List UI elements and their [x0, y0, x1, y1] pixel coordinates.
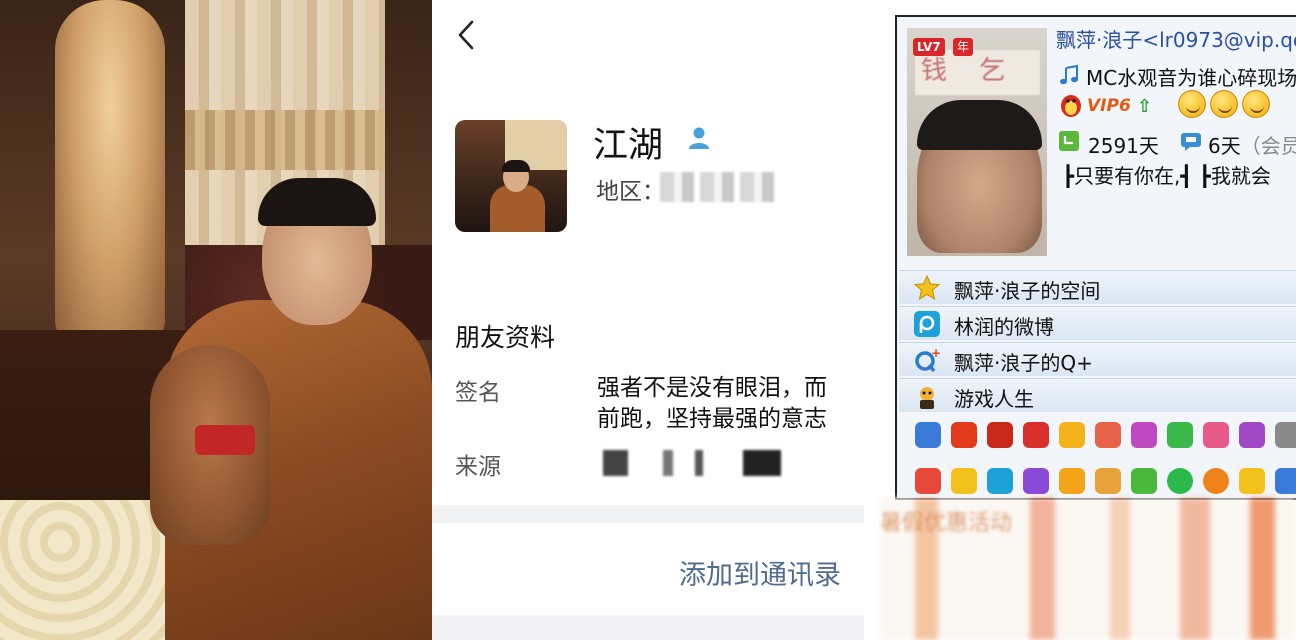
- photo-person-hair: [258, 178, 376, 226]
- badge-icon[interactable]: [987, 422, 1013, 448]
- active-days: 2591天: [1088, 134, 1159, 158]
- member-days-suffix: （会员: [1240, 134, 1296, 158]
- photo-dog-vest: [195, 425, 255, 455]
- calendar-icon: [1059, 131, 1079, 151]
- badge-icon[interactable]: [1239, 468, 1265, 494]
- avatar-hair: [502, 160, 530, 172]
- signature-label: 签名: [455, 380, 501, 406]
- region-label: 地区：: [596, 179, 665, 205]
- badge-icon[interactable]: [915, 468, 941, 494]
- source-value-redacted: [603, 450, 781, 476]
- qq-photo-hair: [917, 100, 1042, 150]
- add-to-contacts-button[interactable]: 添加到通讯录: [679, 553, 841, 592]
- qq-link-qplus[interactable]: + 飘萍·浪子的Q+: [899, 342, 1296, 376]
- qq-name: 飘萍·浪子<lr0973@vip.qq.: [1056, 28, 1296, 52]
- badge-icon[interactable]: [1167, 468, 1193, 494]
- vip-level-label: VIP6: [1087, 96, 1131, 116]
- smiley-icon: [1242, 90, 1270, 118]
- profile-photo: [0, 0, 432, 640]
- chat-bubble-icon: [1181, 133, 1201, 151]
- avatar-jacket: [490, 185, 545, 232]
- member-days-value: 6天: [1208, 134, 1241, 158]
- smiley-icon: [1210, 90, 1238, 118]
- badge-icon[interactable]: [1095, 468, 1121, 494]
- qq-profile-photo: 钱 乞: [907, 28, 1047, 256]
- signature-value: 强者不是没有眼泪，而 前跑，坚持最强的意志: [597, 373, 864, 437]
- qq-link-label: 飘萍·浪子的Q+: [954, 351, 1093, 375]
- member-days: 6天（会员: [1208, 130, 1296, 159]
- badge-icon[interactable]: [951, 468, 977, 494]
- vip-up-arrow-icon: ⇧: [1137, 96, 1153, 117]
- badge-icon[interactable]: [987, 468, 1013, 494]
- badge-icon[interactable]: [1203, 422, 1229, 448]
- qq-link-space[interactable]: 飘萍·浪子的空间: [899, 270, 1296, 304]
- qq-link-label: 飘萍·浪子的空间: [954, 279, 1101, 303]
- photo-carved-crane: [55, 0, 165, 350]
- badge-icon[interactable]: [1239, 422, 1265, 448]
- badge-icon[interactable]: [1167, 422, 1193, 448]
- person-icon: [689, 127, 709, 149]
- qq-badge-row-1: [899, 416, 1296, 456]
- source-label: 来源: [455, 454, 501, 480]
- music-note-icon: [1060, 64, 1078, 85]
- signature-line-2: 前跑，坚持最强的意志: [597, 406, 827, 432]
- smiley-icon: [1178, 90, 1206, 118]
- qq-link-weibo[interactable]: 林润的微博: [899, 306, 1296, 340]
- friend-info-title: 朋友资料: [455, 323, 556, 352]
- badge-icon[interactable]: [1275, 422, 1296, 448]
- qplus-icon: +: [915, 346, 941, 373]
- section-divider: [432, 505, 864, 523]
- qq-link-label: 游戏人生: [954, 387, 1034, 411]
- signature-line-1: 强者不是没有眼泪，而: [597, 375, 827, 401]
- contact-avatar[interactable]: [455, 120, 567, 232]
- back-arrow-icon[interactable]: [452, 18, 482, 52]
- badge-icon[interactable]: [1023, 422, 1049, 448]
- badge-icon[interactable]: [951, 422, 977, 448]
- bottom-divider: [432, 615, 864, 640]
- svg-text:+: +: [931, 346, 941, 360]
- badge-icon[interactable]: [1059, 422, 1085, 448]
- qq-photo-paper: 钱 乞: [915, 50, 1040, 95]
- badge-icon[interactable]: [1023, 468, 1049, 494]
- qq-badge-row-2: [899, 462, 1296, 502]
- qq-penguin-icon: [1061, 95, 1081, 117]
- photo-curtain-trim: [185, 110, 385, 170]
- badge-icon[interactable]: [915, 422, 941, 448]
- badge-icon[interactable]: [1095, 422, 1121, 448]
- badge-icon[interactable]: [1059, 468, 1085, 494]
- badge-icon[interactable]: [1131, 468, 1157, 494]
- badge-icon[interactable]: [1203, 468, 1229, 494]
- blurred-footer-text: 暑假优惠活动: [880, 511, 1013, 536]
- level-badge: LV7: [913, 38, 945, 56]
- weibo-icon: [914, 311, 940, 337]
- qq-music-status: MC水观音为谁心碎现场: [1086, 66, 1296, 90]
- star-icon: [913, 274, 941, 301]
- qq-link-label: 林润的微博: [954, 315, 1054, 339]
- game-character-icon: [920, 387, 934, 409]
- region-value-redacted: [660, 172, 780, 202]
- qq-signature: ┣只要有你在,┫ ┣我就会: [1062, 164, 1271, 188]
- qq-link-game[interactable]: 游戏人生: [899, 378, 1296, 412]
- contact-nickname: 江湖: [593, 126, 664, 166]
- badge-icon[interactable]: [1275, 468, 1296, 494]
- year-badge: 年: [953, 38, 973, 56]
- badge-icon[interactable]: [1131, 422, 1157, 448]
